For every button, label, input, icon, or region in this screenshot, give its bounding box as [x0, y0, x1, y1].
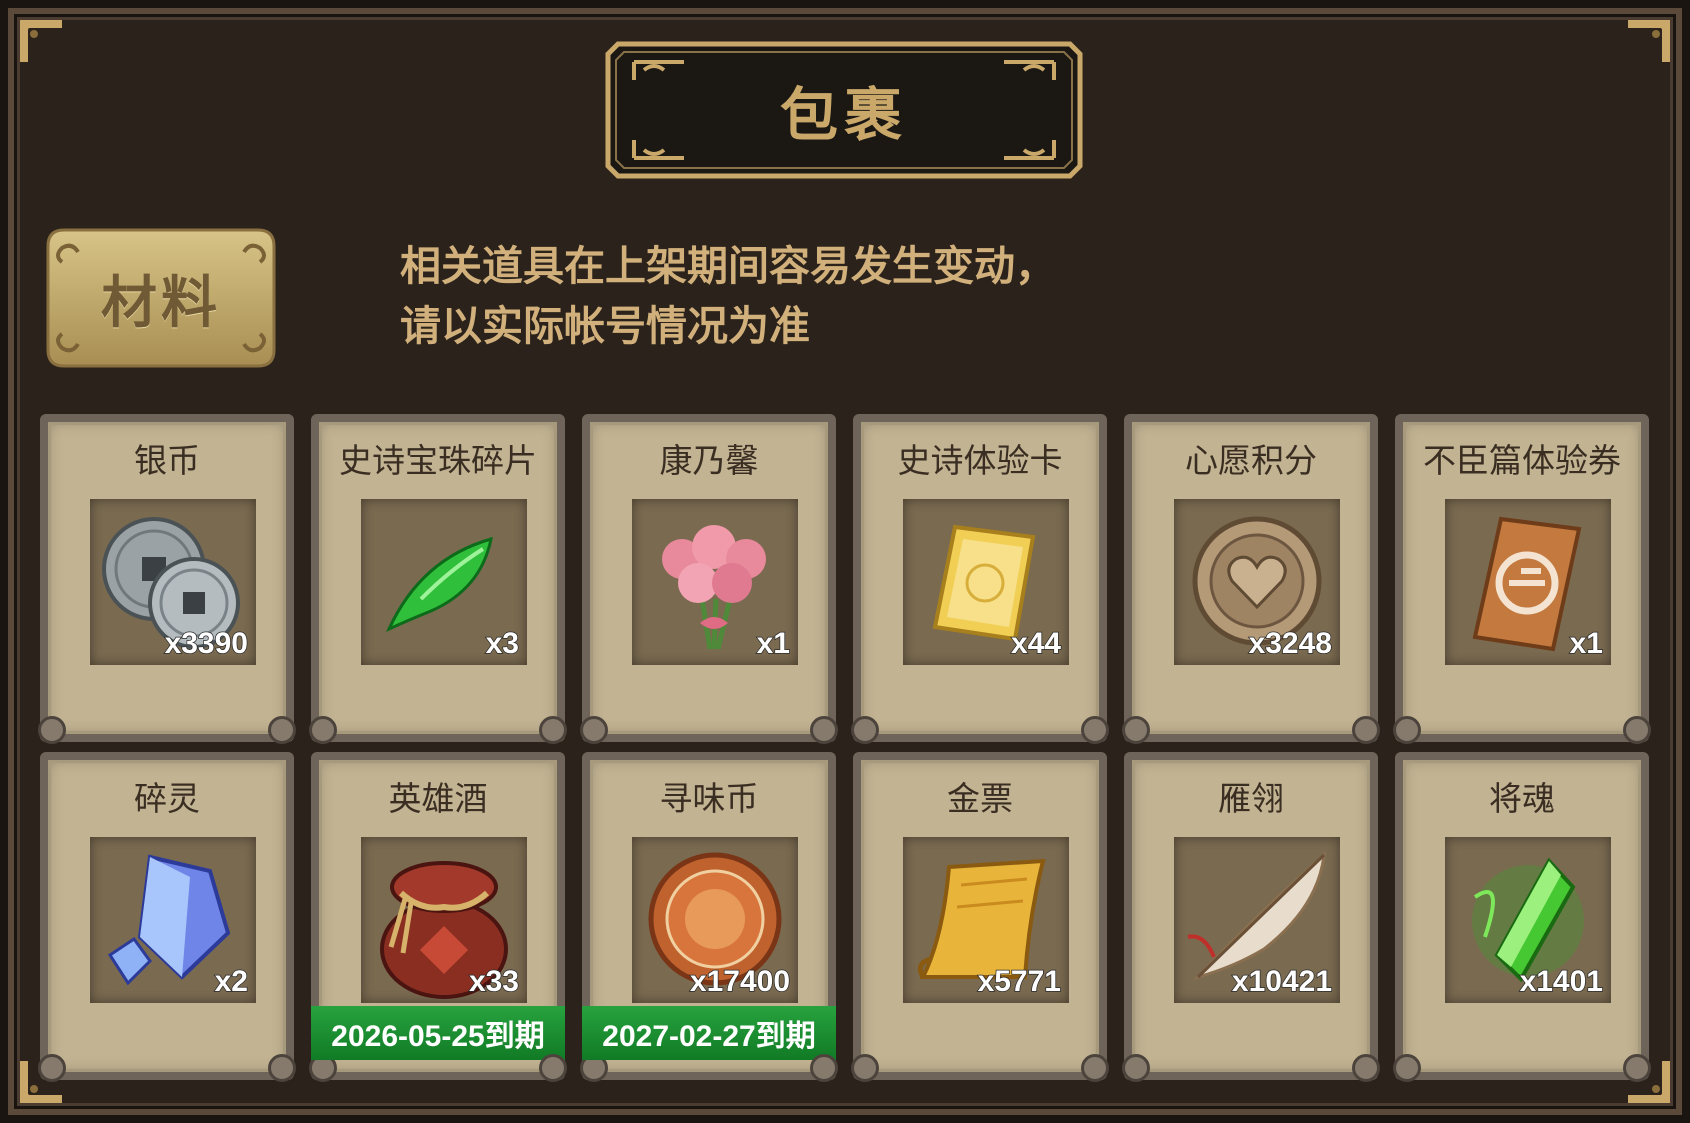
item-quantity: x3248: [1248, 626, 1333, 661]
item-card-carnation[interactable]: 康乃馨 x1: [580, 414, 838, 744]
item-quantity: x2: [214, 964, 249, 999]
heart-coin-icon: x3248: [1174, 499, 1340, 665]
item-quantity: x1401: [1519, 964, 1604, 999]
green-gem-shard-icon: x3: [361, 499, 527, 665]
item-name: 史诗体验卡: [897, 441, 1063, 480]
item-quantity: x10421: [1231, 964, 1333, 999]
notice-text: 相关道具在上架期间容易发生变动， 请以实际帐号情况为准: [400, 236, 1300, 356]
green-soul-crystal-icon: x1401: [1445, 837, 1611, 1003]
notice-line-1: 相关道具在上架期间容易发生变动，: [400, 242, 1056, 290]
item-quantity: x1: [756, 626, 791, 661]
window-title: 包裹: [779, 81, 908, 149]
carnation-bouquet-icon: x1: [632, 499, 798, 665]
item-quantity: x33: [468, 964, 520, 999]
item-card-hero-wine[interactable]: 英雄酒 x33 2026-05-25到期: [309, 752, 567, 1082]
item-name: 康乃馨: [659, 441, 759, 480]
corner-ornament: [1626, 18, 1672, 64]
item-name: 碎灵: [134, 779, 200, 818]
item-quantity: x1: [1569, 626, 1604, 661]
gold-card-icon: x44: [903, 499, 1069, 665]
expiry-banner: 2026-05-25到期: [311, 1006, 565, 1060]
wine-jar-icon: x33: [361, 837, 527, 1003]
item-quantity: x5771: [977, 964, 1062, 999]
item-name: 银币: [134, 441, 200, 480]
tab-materials-label: 材料: [101, 270, 221, 336]
ticket-icon: x1: [1445, 499, 1611, 665]
item-quantity: x44: [1010, 626, 1062, 661]
item-card-epic-trial-card[interactable]: 史诗体验卡 x44: [851, 414, 1109, 744]
silver-coins-icon: x3390: [90, 499, 256, 665]
item-name: 英雄酒: [388, 779, 488, 818]
item-card-general-soul[interactable]: 将魂 x1401: [1393, 752, 1651, 1082]
item-name: 心愿积分: [1185, 441, 1317, 480]
item-card-taste-coin[interactable]: 寻味币 x17400 2027-02-27到期: [580, 752, 838, 1082]
notice-line-2: 请以实际帐号情况为准: [400, 302, 810, 350]
item-name: 雁翎: [1218, 779, 1284, 818]
item-name: 金票: [947, 779, 1013, 818]
item-name: 寻味币: [659, 779, 759, 818]
item-card-goose-feather[interactable]: 雁翎 x10421: [1122, 752, 1380, 1082]
item-quantity: x17400: [689, 964, 791, 999]
item-card-spirit-shard[interactable]: 碎灵 x2: [38, 752, 296, 1082]
item-grid: 银币 x3390 史诗宝珠碎片 x3 康乃馨 x1 史诗体验卡 x44 心愿积分…: [38, 414, 1652, 1084]
taste-coin-icon: x17400: [632, 837, 798, 1003]
item-name: 不臣篇体验券: [1423, 441, 1621, 480]
gold-scroll-icon: x5771: [903, 837, 1069, 1003]
title-plate: 包裹: [604, 40, 1084, 180]
item-name: 史诗宝珠碎片: [339, 441, 537, 480]
item-quantity: x3390: [164, 626, 249, 661]
item-card-gold-ticket[interactable]: 金票 x5771: [851, 752, 1109, 1082]
item-card-epic-gem-shard[interactable]: 史诗宝珠碎片 x3: [309, 414, 567, 744]
tab-materials[interactable]: 材料: [40, 222, 282, 374]
feather-icon: x10421: [1174, 837, 1340, 1003]
item-name: 将魂: [1489, 779, 1555, 818]
blue-crystal-icon: x2: [90, 837, 256, 1003]
corner-ornament: [18, 18, 64, 64]
item-card-buchen-trial-ticket[interactable]: 不臣篇体验券 x1: [1393, 414, 1651, 744]
item-card-wish-points[interactable]: 心愿积分 x3248: [1122, 414, 1380, 744]
item-quantity: x3: [485, 626, 520, 661]
expiry-banner: 2027-02-27到期: [582, 1006, 836, 1060]
item-card-silver-coin[interactable]: 银币 x3390: [38, 414, 296, 744]
